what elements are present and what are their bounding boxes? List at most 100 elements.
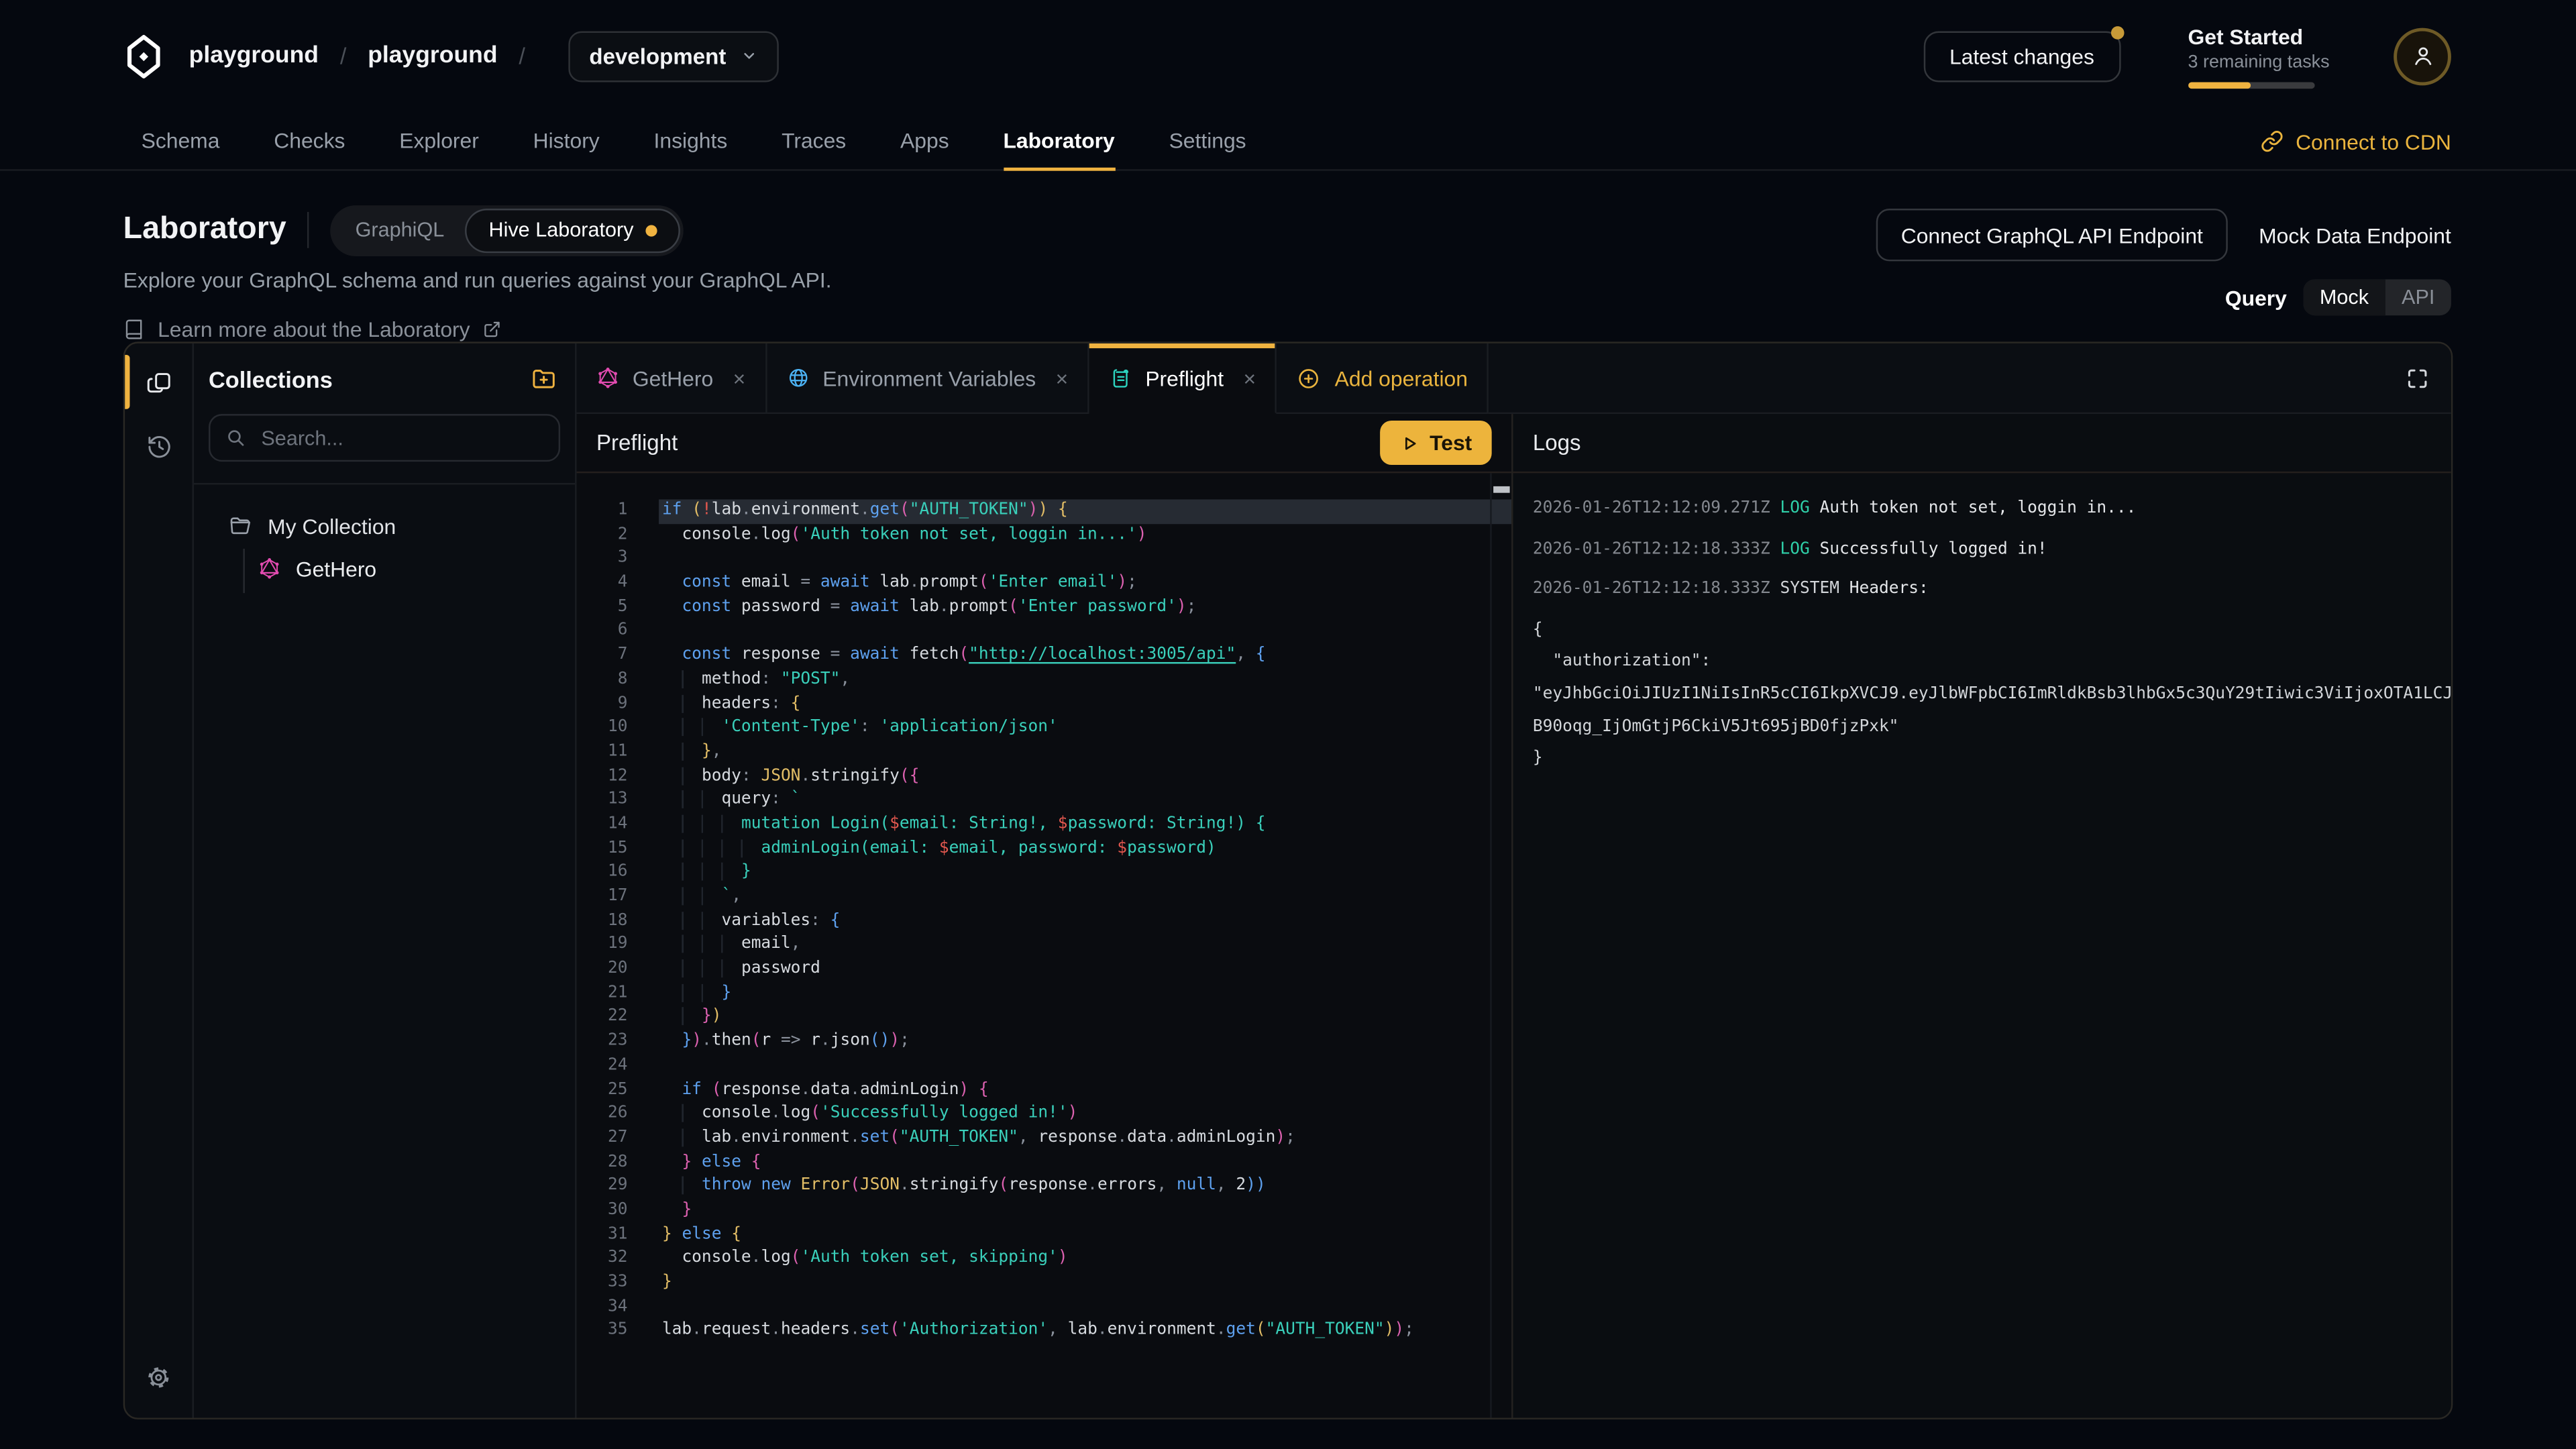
segment-api[interactable]: API xyxy=(2385,279,2451,315)
breadcrumb-project[interactable]: playground xyxy=(368,43,497,69)
code-line-25[interactable]: 25 if (response.data.adminLogin) { xyxy=(577,1079,1511,1103)
tab-environment-variables[interactable]: Environment Variables× xyxy=(767,343,1089,414)
code-line-32[interactable]: 32 console.log('Auth token set, skipping… xyxy=(577,1248,1511,1272)
token-pu: , xyxy=(1157,1177,1177,1195)
code-line-16[interactable]: 16 } xyxy=(577,861,1511,885)
search-input[interactable] xyxy=(209,414,560,462)
code-line-3[interactable]: 3 xyxy=(577,547,1511,572)
code-line-18[interactable]: 18 variables: { xyxy=(577,910,1511,934)
notification-dot xyxy=(2110,25,2124,39)
token-pl: stringify xyxy=(910,1177,999,1195)
code-line-5[interactable]: 5 const password = await lab.prompt('Ent… xyxy=(577,596,1511,620)
indent xyxy=(662,598,682,616)
code-line-8[interactable]: 8 method: "POST", xyxy=(577,668,1511,692)
nav-item-laboratory[interactable]: Laboratory xyxy=(1003,112,1114,170)
connect-to-cdn-button[interactable]: Connect to CDN xyxy=(2261,112,2451,171)
code-line-33[interactable]: 33} xyxy=(577,1272,1511,1296)
nav-item-traces[interactable]: Traces xyxy=(782,112,846,170)
code-line-content: console.log('Successfully logged in!') xyxy=(659,1103,1511,1127)
hive-logo-icon[interactable] xyxy=(121,34,166,78)
nav-item-apps[interactable]: Apps xyxy=(900,112,949,170)
code-line-34[interactable]: 34 xyxy=(577,1295,1511,1320)
editor-scrollbar[interactable] xyxy=(1490,473,1511,1417)
token-pu: . xyxy=(900,1177,910,1195)
target-select[interactable]: development xyxy=(568,30,779,81)
code-line-26[interactable]: 26 console.log('Successfully logged in!'… xyxy=(577,1103,1511,1127)
code-line-9[interactable]: 9 headers: { xyxy=(577,692,1511,716)
code-line-4[interactable]: 4 const email = await lab.prompt('Enter … xyxy=(577,572,1511,596)
code-line-1[interactable]: 1if (!lab.environment.get("AUTH_TOKEN"))… xyxy=(577,499,1511,523)
learn-more-link[interactable]: Learn more about the Laboratory xyxy=(123,317,2451,342)
code-line-22[interactable]: 22 }) xyxy=(577,1006,1511,1030)
code-line-12[interactable]: 12 body: JSON.stringify({ xyxy=(577,765,1511,789)
code-line-19[interactable]: 19 email, xyxy=(577,934,1511,958)
fullscreen-icon[interactable] xyxy=(2405,366,2430,390)
tab-gethero[interactable]: GetHero× xyxy=(577,343,767,414)
nav-item-explorer[interactable]: Explorer xyxy=(399,112,479,170)
code-line-23[interactable]: 23 }).then(r => r.json()); xyxy=(577,1030,1511,1055)
test-button[interactable]: Test xyxy=(1381,421,1492,465)
code-line-10[interactable]: 10 'Content-Type': 'application/json' xyxy=(577,716,1511,741)
code-line-14[interactable]: 14 mutation Login($email: String!, $pass… xyxy=(577,813,1511,837)
rail-settings-button[interactable] xyxy=(125,1346,192,1410)
connect-graphql-api-endpoint-button[interactable]: Connect GraphQL API Endpoint xyxy=(1876,209,2228,261)
code-line-15[interactable]: 15 adminLogin(email: $email, password: $… xyxy=(577,837,1511,861)
workspace: GetHero×Environment Variables×Preflight×… xyxy=(577,343,2451,1418)
code-line-28[interactable]: 28 } else { xyxy=(577,1151,1511,1175)
code-line-13[interactable]: 13 query: ` xyxy=(577,789,1511,813)
tab-add-operation[interactable]: Add operation xyxy=(1277,343,1489,414)
tab-preflight[interactable]: Preflight× xyxy=(1089,343,1277,414)
code-line-11[interactable]: 11 }, xyxy=(577,741,1511,765)
token-kw: throw xyxy=(702,1177,751,1195)
mode-option-hive-laboratory[interactable]: Hive Laboratory xyxy=(466,208,680,252)
token-pu: . xyxy=(741,501,751,519)
mode-option-graphiql[interactable]: GraphiQL xyxy=(334,209,466,250)
folder-plus-icon[interactable] xyxy=(531,366,557,392)
token-str: password) xyxy=(1127,839,1216,857)
nav-item-history[interactable]: History xyxy=(533,112,600,170)
code-line-31[interactable]: 31} else { xyxy=(577,1224,1511,1248)
close-icon[interactable]: × xyxy=(733,366,746,390)
code-line-2[interactable]: 2 console.log('Auth token not set, loggi… xyxy=(577,523,1511,547)
token-pl: request xyxy=(702,1322,771,1340)
breadcrumb-org[interactable]: playground xyxy=(189,43,319,69)
collection-folder-my-collection[interactable]: My Collection xyxy=(210,508,558,544)
rail-history-button[interactable] xyxy=(125,414,192,478)
code-line-29[interactable]: 29 throw new Error(JSON.stringify(respon… xyxy=(577,1175,1511,1199)
code-line-35[interactable]: 35lab.request.headers.set('Authorization… xyxy=(577,1320,1511,1344)
collection-item-gethero[interactable]: GetHero xyxy=(210,550,558,586)
code-line-6[interactable]: 6 xyxy=(577,620,1511,644)
code-line-21[interactable]: 21 } xyxy=(577,982,1511,1006)
line-number: 1 xyxy=(577,499,628,523)
code-editor[interactable]: 1if (!lab.environment.get("AUTH_TOKEN"))… xyxy=(577,473,1511,1417)
indent xyxy=(721,863,741,881)
code-line-30[interactable]: 30 } xyxy=(577,1199,1511,1224)
close-icon[interactable]: × xyxy=(1244,366,1256,390)
code-line-7[interactable]: 7 const response = await fetch("http://l… xyxy=(577,644,1511,668)
segment-mock[interactable]: Mock xyxy=(2303,279,2385,315)
indent xyxy=(682,959,702,977)
indent xyxy=(682,694,702,712)
token-str: ` xyxy=(721,887,731,905)
close-icon[interactable]: × xyxy=(1056,366,1069,390)
tree-indent-line xyxy=(243,549,244,593)
latest-changes-button[interactable]: Latest changes xyxy=(1923,30,2121,81)
code-line-content: if (response.data.adminLogin) { xyxy=(659,1079,1511,1103)
nav-item-checks[interactable]: Checks xyxy=(274,112,345,170)
code-line-24[interactable]: 24 xyxy=(577,1055,1511,1079)
rail-collections-button[interactable] xyxy=(125,350,192,415)
indent xyxy=(682,743,702,761)
nav-item-insights[interactable]: Insights xyxy=(654,112,728,170)
token-b: } xyxy=(721,983,731,1002)
code-line-20[interactable]: 20 password xyxy=(577,958,1511,982)
get-started-widget[interactable]: Get Started 3 remaining tasks xyxy=(2188,24,2330,89)
avatar[interactable] xyxy=(2394,27,2451,85)
code-line-17[interactable]: 17 `, xyxy=(577,885,1511,910)
mock-data-endpoint-button[interactable]: Mock Data Endpoint xyxy=(2259,223,2451,248)
code-line-27[interactable]: 27 lab.environment.set("AUTH_TOKEN", res… xyxy=(577,1127,1511,1151)
nav-item-schema[interactable]: Schema xyxy=(142,112,220,170)
scrollbar-thumb[interactable] xyxy=(1493,486,1509,493)
nav-item-settings[interactable]: Settings xyxy=(1169,112,1246,170)
indent xyxy=(702,815,722,833)
token-y: } xyxy=(662,1225,672,1243)
